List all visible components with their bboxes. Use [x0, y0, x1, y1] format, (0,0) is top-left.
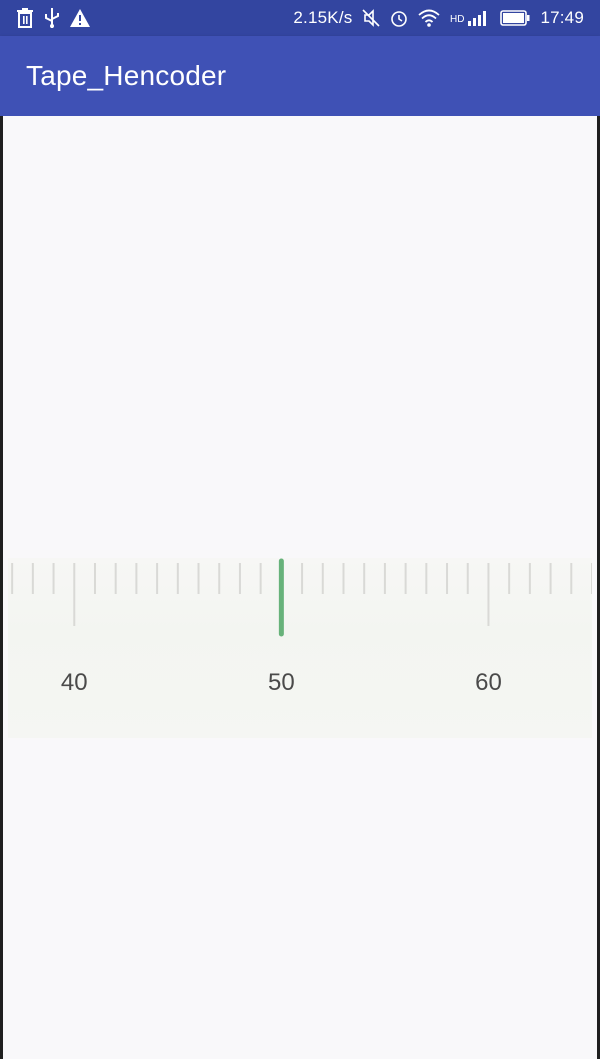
trash-icon	[17, 8, 33, 28]
status-right-icons: 2.15K/s HD 17:49	[293, 8, 584, 28]
tick-label: 50	[268, 669, 295, 696]
hd-signal-icon: HD	[450, 11, 487, 26]
tick-label: 60	[475, 669, 502, 696]
network-speed: 2.15K/s	[293, 8, 353, 27]
tape-ruler[interactable]: 40 50 60	[8, 558, 592, 738]
app-bar: Tape_Hencoder	[0, 36, 600, 116]
app-title: Tape_Hencoder	[26, 60, 227, 91]
status-left-icons	[16, 8, 90, 28]
svg-text:HD: HD	[450, 14, 464, 25]
alarm-icon	[391, 11, 408, 27]
status-bar: 2.15K/s HD 17:49	[0, 0, 600, 36]
wifi-icon	[418, 9, 441, 27]
mute-icon	[362, 9, 381, 27]
clock: 17:49	[540, 8, 584, 27]
battery-icon	[500, 10, 530, 26]
tick-label: 40	[61, 669, 88, 696]
usb-icon	[45, 8, 59, 28]
tape-scale[interactable]: 40 50 60	[8, 558, 592, 738]
warning-icon	[70, 9, 90, 27]
